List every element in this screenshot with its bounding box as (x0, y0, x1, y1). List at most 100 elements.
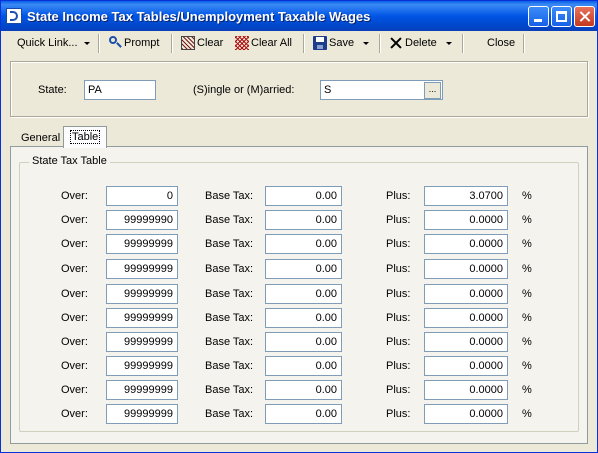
percent-label: % (522, 336, 532, 348)
over-field[interactable]: 0 (106, 186, 178, 206)
title-bar[interactable]: State Income Tax Tables/Unemployment Tax… (1, 1, 597, 31)
toolbar-separator (98, 34, 100, 53)
base-tax-label: Base Tax: (205, 238, 254, 250)
over-field[interactable]: 99999999 (106, 259, 178, 279)
over-field[interactable]: 99999990 (106, 210, 178, 230)
over-field[interactable]: 99999999 (106, 284, 178, 304)
eraser-icon (181, 36, 195, 51)
clear-all-icon (235, 36, 249, 51)
base-tax-field[interactable]: 0.00 (265, 210, 342, 230)
marital-status-label: (S)ingle or (M)arried: (193, 84, 295, 96)
toolbar-separator (171, 34, 173, 53)
base-tax-field[interactable]: 0.00 (265, 356, 342, 376)
app-icon[interactable] (6, 8, 22, 24)
app-window: State Income Tax Tables/Unemployment Tax… (0, 0, 598, 453)
percent-label: % (522, 360, 532, 372)
close-button[interactable]: Close (487, 34, 515, 52)
plus-label: Plus: (386, 238, 411, 250)
plus-field[interactable]: 0.0000 (424, 210, 508, 230)
plus-field[interactable]: 0.0000 (424, 259, 508, 279)
base-tax-field[interactable]: 0.00 (265, 234, 342, 254)
over-field[interactable]: 99999999 (106, 308, 178, 328)
browse-button[interactable]: ... (424, 82, 441, 99)
base-tax-field[interactable]: 0.00 (265, 186, 342, 206)
base-tax-label: Base Tax: (205, 263, 254, 275)
quick-link-button[interactable]: Quick Link... (17, 34, 90, 52)
plus-label: Plus: (386, 288, 411, 300)
over-field[interactable]: 99999999 (106, 234, 178, 254)
maximize-button[interactable] (551, 6, 572, 27)
percent-label: % (522, 238, 532, 250)
state-field[interactable]: PA (84, 80, 156, 100)
clear-all-button[interactable]: Clear All (235, 34, 292, 52)
base-tax-field[interactable]: 0.00 (265, 332, 342, 352)
plus-label: Plus: (386, 384, 411, 396)
delete-label: Delete (405, 37, 437, 49)
filter-panel: State: PA (S)ingle or (M)arried: S ... (10, 61, 588, 117)
tab-table-label: Table (70, 130, 101, 144)
over-label: Over: (61, 312, 88, 324)
plus-field[interactable]: 0.0000 (424, 404, 508, 424)
tab-general[interactable]: General (21, 129, 60, 147)
save-button[interactable]: Save (313, 34, 370, 52)
base-tax-field[interactable]: 0.00 (265, 284, 342, 304)
percent-label: % (522, 190, 532, 202)
plus-label: Plus: (386, 408, 411, 420)
plus-label: Plus: (386, 214, 411, 226)
close-window-button[interactable] (574, 6, 595, 27)
over-label: Over: (61, 214, 88, 226)
plus-field[interactable]: 3.0700 (424, 186, 508, 206)
state-label: State: (38, 84, 67, 96)
tab-table[interactable]: Table (63, 126, 108, 148)
close-label: Close (487, 37, 516, 49)
plus-field[interactable]: 0.0000 (424, 356, 508, 376)
over-label: Over: (61, 238, 88, 250)
percent-label: % (522, 288, 532, 300)
minimize-button[interactable] (528, 6, 549, 27)
toolbar-separator (379, 34, 381, 53)
over-field[interactable]: 99999999 (106, 356, 178, 376)
base-tax-field[interactable]: 0.00 (265, 404, 342, 424)
over-field[interactable]: 99999999 (106, 380, 178, 400)
plus-label: Plus: (386, 336, 411, 348)
plus-field[interactable]: 0.0000 (424, 308, 508, 328)
over-field[interactable]: 99999999 (106, 404, 178, 424)
toolbar: Quick Link... Prompt Clear Clear All Sav… (2, 31, 598, 55)
prompt-button[interactable]: Prompt (108, 34, 159, 52)
percent-label: % (522, 214, 532, 226)
toolbar-separator (462, 34, 464, 53)
save-icon (313, 36, 327, 51)
save-label: Save (329, 37, 355, 49)
plus-field[interactable]: 0.0000 (424, 234, 508, 254)
over-field[interactable]: 99999999 (106, 332, 178, 352)
over-label: Over: (61, 384, 88, 396)
group-title: State Tax Table (29, 155, 110, 167)
percent-label: % (522, 312, 532, 324)
plus-field[interactable]: 0.0000 (424, 332, 508, 352)
chevron-down-icon (445, 41, 452, 45)
chevron-down-icon (83, 41, 90, 45)
clear-label: Clear (197, 37, 224, 49)
base-tax-label: Base Tax: (205, 336, 254, 348)
over-label: Over: (61, 360, 88, 372)
percent-label: % (522, 263, 532, 275)
plus-field[interactable]: 0.0000 (424, 380, 508, 400)
clear-button[interactable]: Clear (181, 34, 223, 52)
toolbar-separator (523, 34, 525, 53)
window-title: State Income Tax Tables/Unemployment Tax… (27, 9, 371, 24)
base-tax-field[interactable]: 0.00 (265, 380, 342, 400)
toolbar-separator (303, 34, 305, 53)
plus-label: Plus: (386, 190, 411, 202)
base-tax-field[interactable]: 0.00 (265, 308, 342, 328)
chevron-down-icon (363, 41, 370, 45)
base-tax-field[interactable]: 0.00 (265, 259, 342, 279)
over-label: Over: (61, 263, 88, 275)
delete-icon (389, 36, 403, 50)
plus-field[interactable]: 0.0000 (424, 284, 508, 304)
search-icon (108, 36, 122, 50)
delete-button[interactable]: Delete (389, 34, 452, 52)
base-tax-label: Base Tax: (205, 312, 254, 324)
plus-label: Plus: (386, 360, 411, 372)
over-label: Over: (61, 336, 88, 348)
plus-label: Plus: (386, 263, 411, 275)
